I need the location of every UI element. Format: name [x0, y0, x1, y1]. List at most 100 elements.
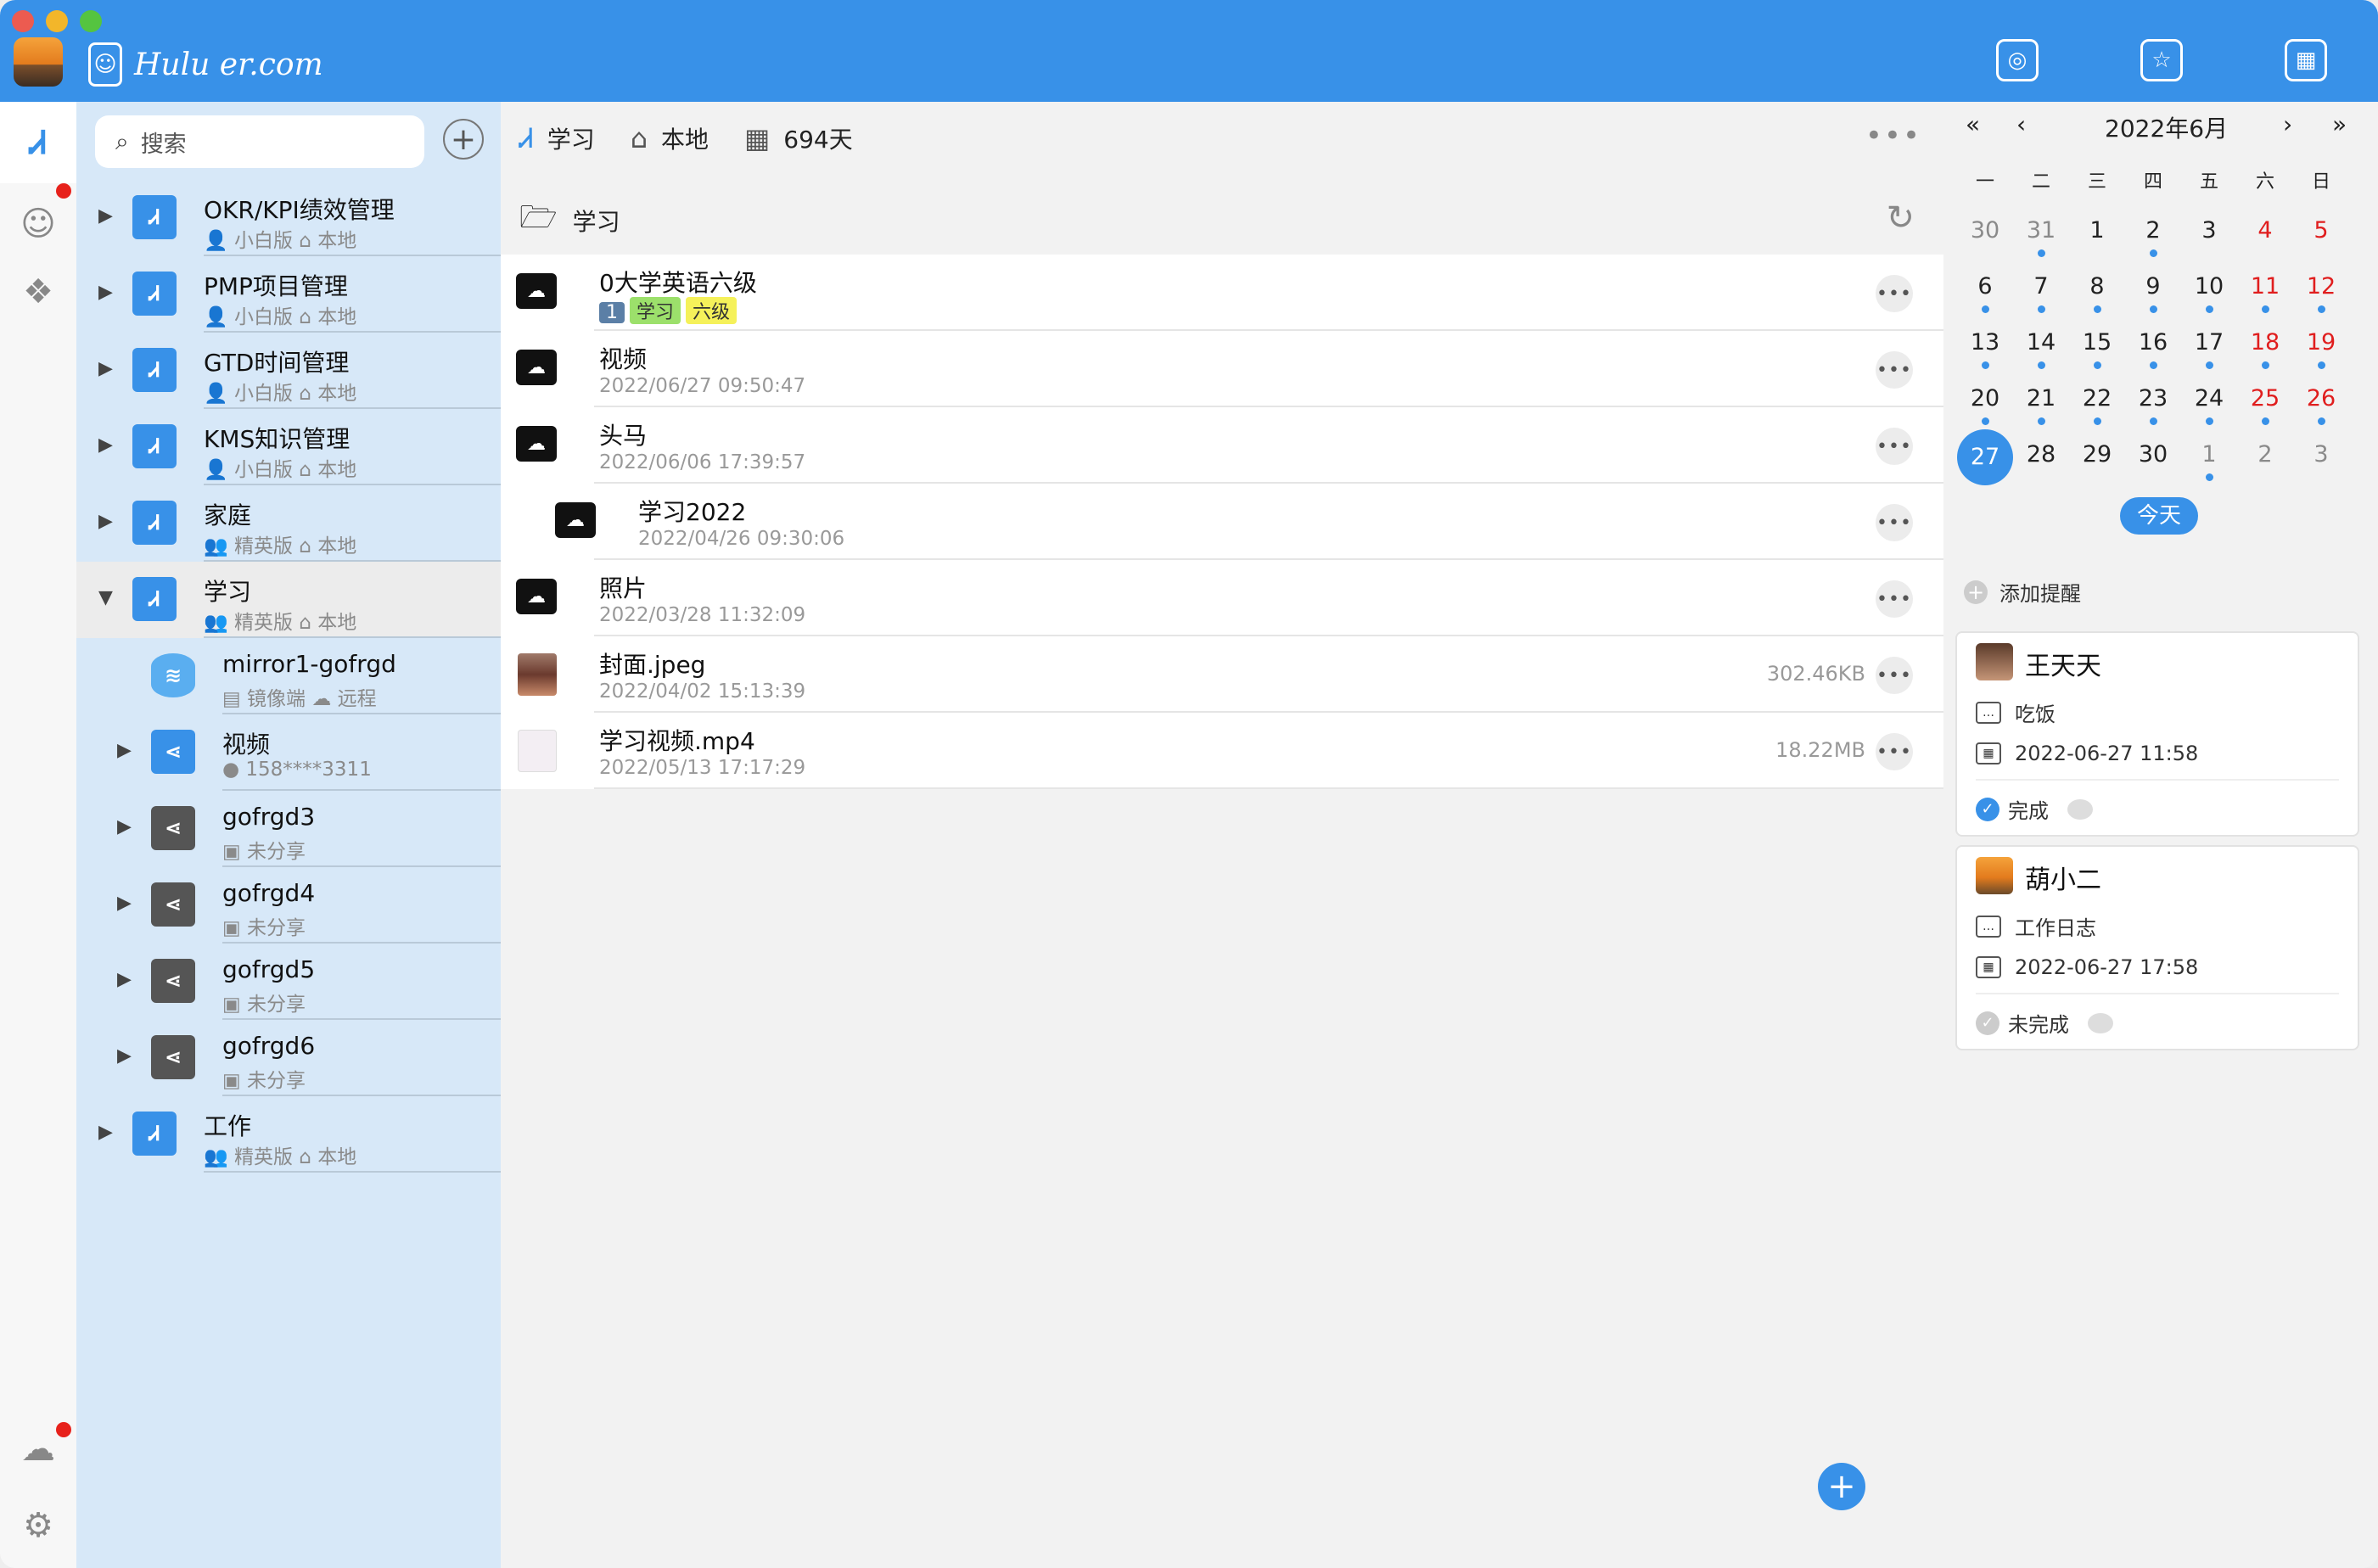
- tree-node-project[interactable]: ▶ Ꮧ OKR/KPI绩效管理 👤 小白版 ⌂ 本地: [76, 180, 501, 256]
- calendar-day[interactable]: 12: [2293, 268, 2349, 321]
- calendar-day-today[interactable]: 27: [1957, 429, 2013, 489]
- expand-arrow-icon[interactable]: ▶: [117, 740, 132, 761]
- badge-star-icon[interactable]: ☆: [2140, 39, 2183, 81]
- calendar-day[interactable]: 11: [2237, 268, 2293, 321]
- calendar-day[interactable]: 30: [1957, 212, 2013, 265]
- reminder-card[interactable]: 葫小二 … 工作日志 ▦ 2022-06-27 17:58 ✓ 未完成: [1955, 845, 2359, 1050]
- calendar-day[interactable]: 2: [2125, 212, 2181, 265]
- calendar-icon[interactable]: ▦: [2285, 39, 2327, 81]
- calendar-day[interactable]: 19: [2293, 324, 2349, 377]
- calendar-day[interactable]: 21: [2013, 380, 2069, 433]
- prev-year-button[interactable]: «: [1966, 110, 1980, 138]
- comment-icon[interactable]: [2067, 798, 2093, 820]
- projects-logo-icon[interactable]: Ꮧ: [0, 102, 76, 183]
- calendar-day[interactable]: 29: [2069, 436, 2125, 489]
- expand-arrow-icon[interactable]: ▶: [117, 969, 132, 990]
- expand-arrow-icon[interactable]: ▶: [98, 358, 113, 379]
- item-more-button[interactable]: •••: [1876, 351, 1913, 389]
- search-input[interactable]: ⌕ 搜索: [95, 115, 424, 168]
- tree-node-project[interactable]: ▶ Ꮧ PMP项目管理 👤 小白版 ⌂ 本地: [76, 256, 501, 333]
- calendar-day[interactable]: 6: [1957, 268, 2013, 321]
- calendar-day[interactable]: 14: [2013, 324, 2069, 377]
- tree-node-project[interactable]: ▶ Ꮧ 工作 👥 精英版 ⌂ 本地: [76, 1096, 501, 1173]
- tree-node-share[interactable]: ▶ ⋖ gofrgd4 ▣ 未分享: [76, 867, 501, 944]
- calendar-day[interactable]: 17: [2181, 324, 2237, 377]
- more-options-button[interactable]: •••: [1865, 119, 1921, 153]
- calendar-day[interactable]: 30: [2125, 436, 2181, 489]
- reminder-card[interactable]: 王天天 … 吃饭 ▦ 2022-06-27 11:58 ✓ 完成: [1955, 631, 2359, 837]
- list-item[interactable]: 学习视频.mp4 2022/05/13 17:17:29 18.22MB •••: [501, 713, 1943, 789]
- add-project-button[interactable]: +: [443, 119, 484, 160]
- calendar-day[interactable]: 7: [2013, 268, 2069, 321]
- calendar-day[interactable]: 1: [2069, 212, 2125, 265]
- search-globe-icon[interactable]: ◎: [1996, 39, 2039, 81]
- expand-arrow-icon[interactable]: ▶: [98, 282, 113, 303]
- calendar-day[interactable]: 2: [2237, 436, 2293, 489]
- list-item[interactable]: ☁ 头马 2022/06/06 17:39:57 •••: [501, 407, 1943, 484]
- calendar-day[interactable]: 10: [2181, 268, 2237, 321]
- calendar-day[interactable]: 28: [2013, 436, 2069, 489]
- calendar-day[interactable]: 20: [1957, 380, 2013, 433]
- calendar-day[interactable]: 3: [2293, 436, 2349, 489]
- calendar-day[interactable]: 15: [2069, 324, 2125, 377]
- tree-node-share[interactable]: ▶ ⋖ gofrgd6 ▣ 未分享: [76, 1020, 501, 1096]
- list-item[interactable]: ☁ 学习2022 2022/04/26 09:30:06 •••: [501, 484, 1943, 560]
- today-button[interactable]: 今天: [2120, 497, 2198, 535]
- expand-arrow-icon[interactable]: ▶: [98, 511, 113, 532]
- item-more-button[interactable]: •••: [1876, 504, 1913, 541]
- list-item[interactable]: 封面.jpeg 2022/04/02 15:13:39 302.46KB •••: [501, 636, 1943, 713]
- calendar-day[interactable]: 25: [2237, 380, 2293, 433]
- expand-arrow-icon[interactable]: ▶: [117, 816, 132, 837]
- calendar-day[interactable]: 18: [2237, 324, 2293, 377]
- crumb-location[interactable]: ⌂ 本地: [631, 121, 709, 155]
- calendar-day[interactable]: 4: [2237, 212, 2293, 265]
- zoom-window-button[interactable]: [80, 10, 102, 32]
- month-label[interactable]: 2022年6月: [2105, 110, 2228, 144]
- expand-arrow-icon[interactable]: ▶: [117, 893, 132, 914]
- tree-node-project-selected[interactable]: ▼ Ꮧ 学习 👥 精英版 ⌂ 本地: [76, 562, 501, 638]
- prev-month-button[interactable]: ‹: [2016, 110, 2026, 138]
- calendar-day[interactable]: 13: [1957, 324, 2013, 377]
- tree-node-share[interactable]: ▶ ⋖ gofrgd3 ▣ 未分享: [76, 791, 501, 867]
- list-item[interactable]: ☁ 0大学英语六级 1 学习 六级 •••: [501, 255, 1943, 331]
- add-item-button[interactable]: +: [1818, 1463, 1865, 1510]
- cloud-sync-icon[interactable]: ☁: [0, 1408, 76, 1490]
- tag-label[interactable]: 六级: [686, 297, 738, 324]
- list-item[interactable]: ☁ 照片 2022/03/28 11:32:09 •••: [501, 560, 1943, 636]
- minimize-window-button[interactable]: [46, 10, 68, 32]
- calendar-day[interactable]: 23: [2125, 380, 2181, 433]
- expand-arrow-icon[interactable]: ▶: [117, 1045, 132, 1067]
- calendar-day[interactable]: 1: [2181, 436, 2237, 489]
- tree-node-share[interactable]: ▶ ⋖ gofrgd5 ▣ 未分享: [76, 944, 501, 1020]
- expand-arrow-icon[interactable]: ▶: [98, 434, 113, 456]
- expand-arrow-icon[interactable]: ▶: [98, 1122, 113, 1143]
- calendar-day[interactable]: 8: [2069, 268, 2125, 321]
- tag-label[interactable]: 学习: [630, 297, 681, 324]
- calendar-day[interactable]: 9: [2125, 268, 2181, 321]
- tree-node-project[interactable]: ▶ Ꮧ 家庭 👥 精英版 ⌂ 本地: [76, 485, 501, 562]
- tree-node-share[interactable]: ▶ ⋖ 视频 ● 158****3311: [76, 714, 501, 791]
- next-year-button[interactable]: »: [2332, 110, 2347, 138]
- tree-node-project[interactable]: ▶ Ꮧ KMS知识管理 👤 小白版 ⌂ 本地: [76, 409, 501, 485]
- calendar-day[interactable]: 5: [2293, 212, 2349, 265]
- calendar-day[interactable]: 16: [2125, 324, 2181, 377]
- refresh-icon[interactable]: ↻: [1886, 199, 1915, 238]
- reminder-status[interactable]: ✓ 完成: [1976, 794, 2093, 824]
- expand-arrow-icon[interactable]: ▶: [98, 205, 113, 227]
- item-more-button[interactable]: •••: [1876, 428, 1913, 465]
- calendar-day[interactable]: 26: [2293, 380, 2349, 433]
- list-item[interactable]: ☁ 视频 2022/06/27 09:50:47 •••: [501, 331, 1943, 407]
- apps-icon[interactable]: ❖: [0, 251, 76, 333]
- calendar-day[interactable]: 24: [2181, 380, 2237, 433]
- add-reminder-button[interactable]: + 添加提醒: [1964, 577, 2081, 607]
- calendar-day[interactable]: 22: [2069, 380, 2125, 433]
- calendar-day[interactable]: 3: [2181, 212, 2237, 265]
- calendar-day[interactable]: 31: [2013, 212, 2069, 265]
- comment-icon[interactable]: [2088, 1012, 2113, 1033]
- item-more-button[interactable]: •••: [1876, 580, 1913, 618]
- item-more-button[interactable]: •••: [1876, 733, 1913, 770]
- tree-node-mirror[interactable]: ≋ mirror1-gofrgd ▤ 镜像端 ☁ 远程: [76, 638, 501, 714]
- item-more-button[interactable]: •••: [1876, 275, 1913, 312]
- tree-node-project[interactable]: ▶ Ꮧ GTD时间管理 👤 小白版 ⌂ 本地: [76, 333, 501, 409]
- close-window-button[interactable]: [12, 10, 34, 32]
